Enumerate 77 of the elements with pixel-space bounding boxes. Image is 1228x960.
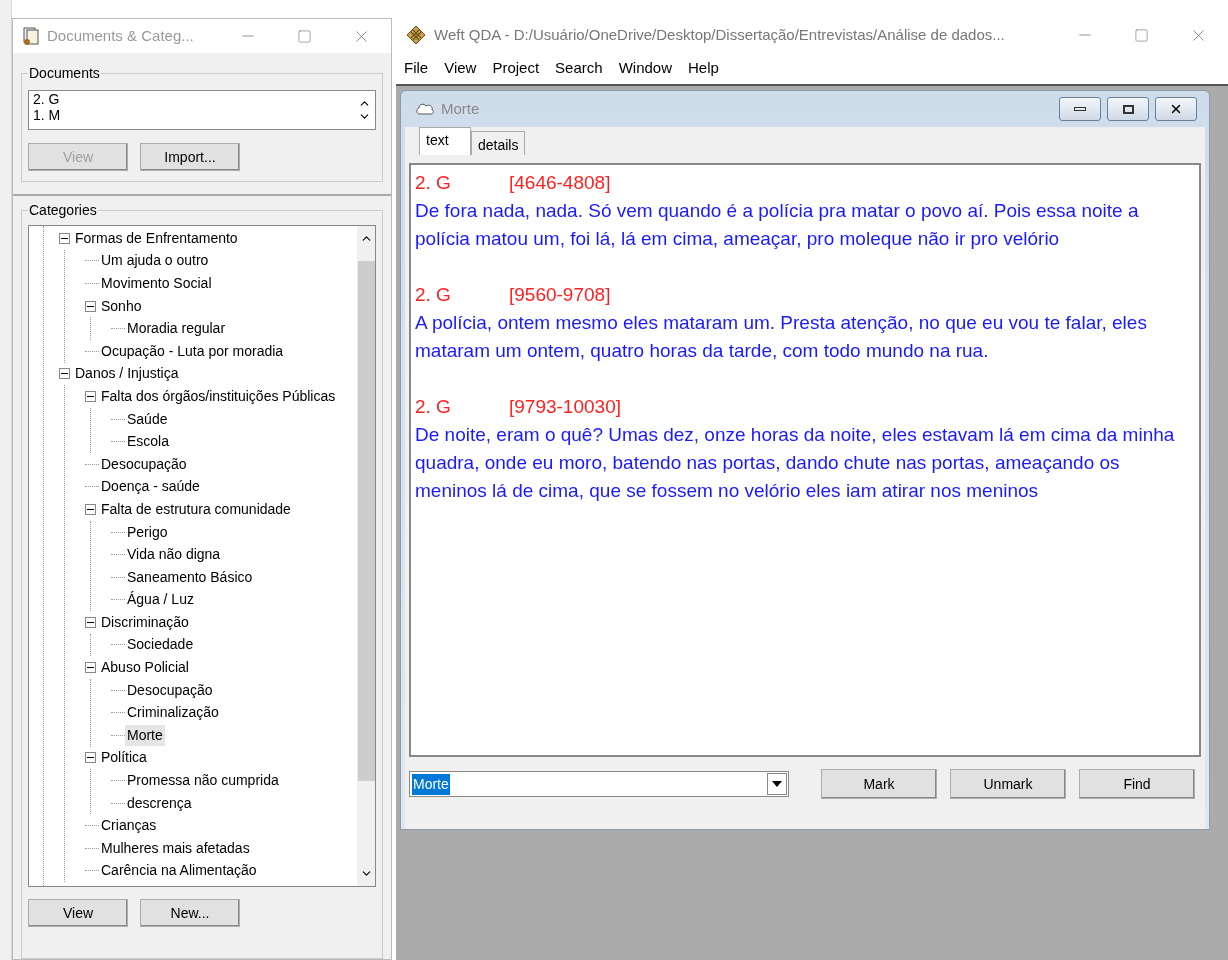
tree-item[interactable]: Saúde (125, 408, 170, 430)
tree-item[interactable]: Ocupação - Luta por moradia (99, 340, 286, 362)
cloud-icon (415, 102, 435, 116)
tab[interactable]: details (471, 131, 526, 155)
tree-item[interactable]: Sonho (99, 295, 144, 317)
collapse-box-icon[interactable] (85, 390, 96, 402)
tree-item[interactable]: Sociedade (125, 634, 196, 656)
tree-item[interactable]: Mulheres mais afetadas (99, 837, 252, 859)
minimize-icon[interactable] (1059, 97, 1101, 121)
button[interactable]: Unmark (950, 769, 1066, 799)
menu-item[interactable]: Search (555, 56, 603, 80)
scrollbar[interactable] (357, 226, 375, 886)
tree-item[interactable]: Escola (125, 431, 172, 453)
tree-item[interactable]: Perigo (125, 521, 170, 543)
document-item[interactable]: 1. M (33, 107, 61, 123)
coded-passage: De fora nada, nada. Só vem quando é a polícia pra matar o povo aí. Pois essa noite a polícia matou um, foi lá, lá em cima, ameaçar, pro moleque não ir pro velório (415, 199, 1140, 251)
tree-item[interactable]: Danos / Injustiça (73, 363, 181, 385)
tree-item[interactable]: Criminalização (125, 702, 221, 724)
collapse-box-icon[interactable] (85, 503, 96, 515)
menu-item[interactable]: Help (688, 56, 719, 80)
document-reference: 2. G (415, 171, 452, 195)
collapse-box-icon[interactable] (59, 232, 70, 244)
text-range: [9560-9708] (509, 283, 611, 307)
tree-item[interactable]: Doença - saúde (99, 476, 202, 498)
group-label: Documents (28, 64, 101, 83)
tree-item[interactable]: Promessa não cumprida (125, 770, 281, 792)
tree-item[interactable]: Um ajuda o outro (99, 250, 211, 272)
tab[interactable]: text (419, 127, 471, 155)
tree-item[interactable]: Discriminação (99, 611, 191, 633)
menu-item[interactable]: File (404, 56, 429, 80)
tree-item[interactable]: Formas de Enfrentamento (73, 227, 240, 249)
tree-item[interactable]: Movimento Social (99, 273, 214, 294)
collapse-box-icon[interactable] (85, 616, 96, 628)
menu-item[interactable]: View (444, 56, 477, 80)
collapse-box-icon[interactable] (85, 752, 96, 764)
group-label: Categories (28, 201, 98, 220)
coded-passage: A polícia, ontem mesmo eles mataram um. Presta atenção, no que eu vou te falar, eles mataram um ontem, quatro horas da tarde, com todo mundo na rua. (415, 311, 1148, 363)
restore-icon[interactable] (1107, 97, 1149, 121)
tree-item[interactable]: Saneamento Básico (125, 566, 255, 588)
tree-item[interactable]: Política (99, 747, 149, 769)
tree-item[interactable]: Desocupação (99, 453, 189, 475)
combo-value: Morte (412, 773, 450, 795)
menu-item[interactable]: Window (618, 56, 672, 80)
tree-item[interactable]: Falta de estrutura comunidade (99, 498, 293, 520)
collapse-box-icon[interactable] (85, 300, 96, 312)
tree-item[interactable]: Morte (125, 724, 165, 746)
tree-item[interactable]: Vida não digna (125, 544, 223, 566)
tree-item[interactable]: Desocupação (125, 679, 215, 701)
collapse-box-icon[interactable] (59, 368, 70, 380)
button[interactable]: New... (140, 899, 240, 927)
button[interactable]: View (28, 899, 128, 927)
documents-icon (21, 26, 41, 46)
button[interactable]: Mark (821, 769, 937, 799)
tree-item[interactable]: Falta dos órgãos/instituições Públicas (99, 385, 338, 407)
close-icon[interactable] (1155, 97, 1197, 121)
scroll-thumb[interactable] (357, 261, 375, 781)
window-title: Documents & Categ... (47, 25, 194, 46)
category-combo[interactable]: Morte (409, 771, 789, 797)
button[interactable]: Import... (140, 143, 240, 171)
window-title: Weft QDA - D:/Usuário/OneDrive/Desktop/Dissertação/Entrevistas/Análise de dados... (434, 24, 1005, 45)
tree-item[interactable]: Moradia regular (125, 318, 228, 340)
tree-item[interactable]: Carência na Alimentação (99, 860, 259, 882)
tree-item[interactable]: Crianças (99, 815, 159, 837)
app-logo-icon (406, 25, 426, 45)
coded-passage: De noite, eram o quê? Umas dez, onze horas da noite, eles estavam lá em cima da minha quadra, onde eu moro, batendo nas portas, dando chute nas portas, ameaçando os meninos lá de cima, que se fossem no velório eles iam atirar nos meninos (415, 423, 1176, 503)
document-reference: 2. G (415, 395, 452, 419)
text-range: [9793-10030] (509, 395, 621, 419)
document-reference: 2. G (415, 283, 452, 307)
tree-item[interactable]: Água / Luz (125, 589, 196, 611)
child-window-title: Morte (441, 98, 480, 119)
tree-item[interactable]: Abuso Policial (99, 657, 191, 679)
menu-item[interactable]: Project (492, 56, 540, 80)
button[interactable]: Find (1079, 769, 1195, 799)
tree-item[interactable]: descrença (125, 792, 194, 814)
document-item[interactable]: 2. G (33, 91, 61, 107)
collapse-box-icon[interactable] (85, 662, 96, 674)
text-range: [4646-4808] (509, 171, 611, 195)
